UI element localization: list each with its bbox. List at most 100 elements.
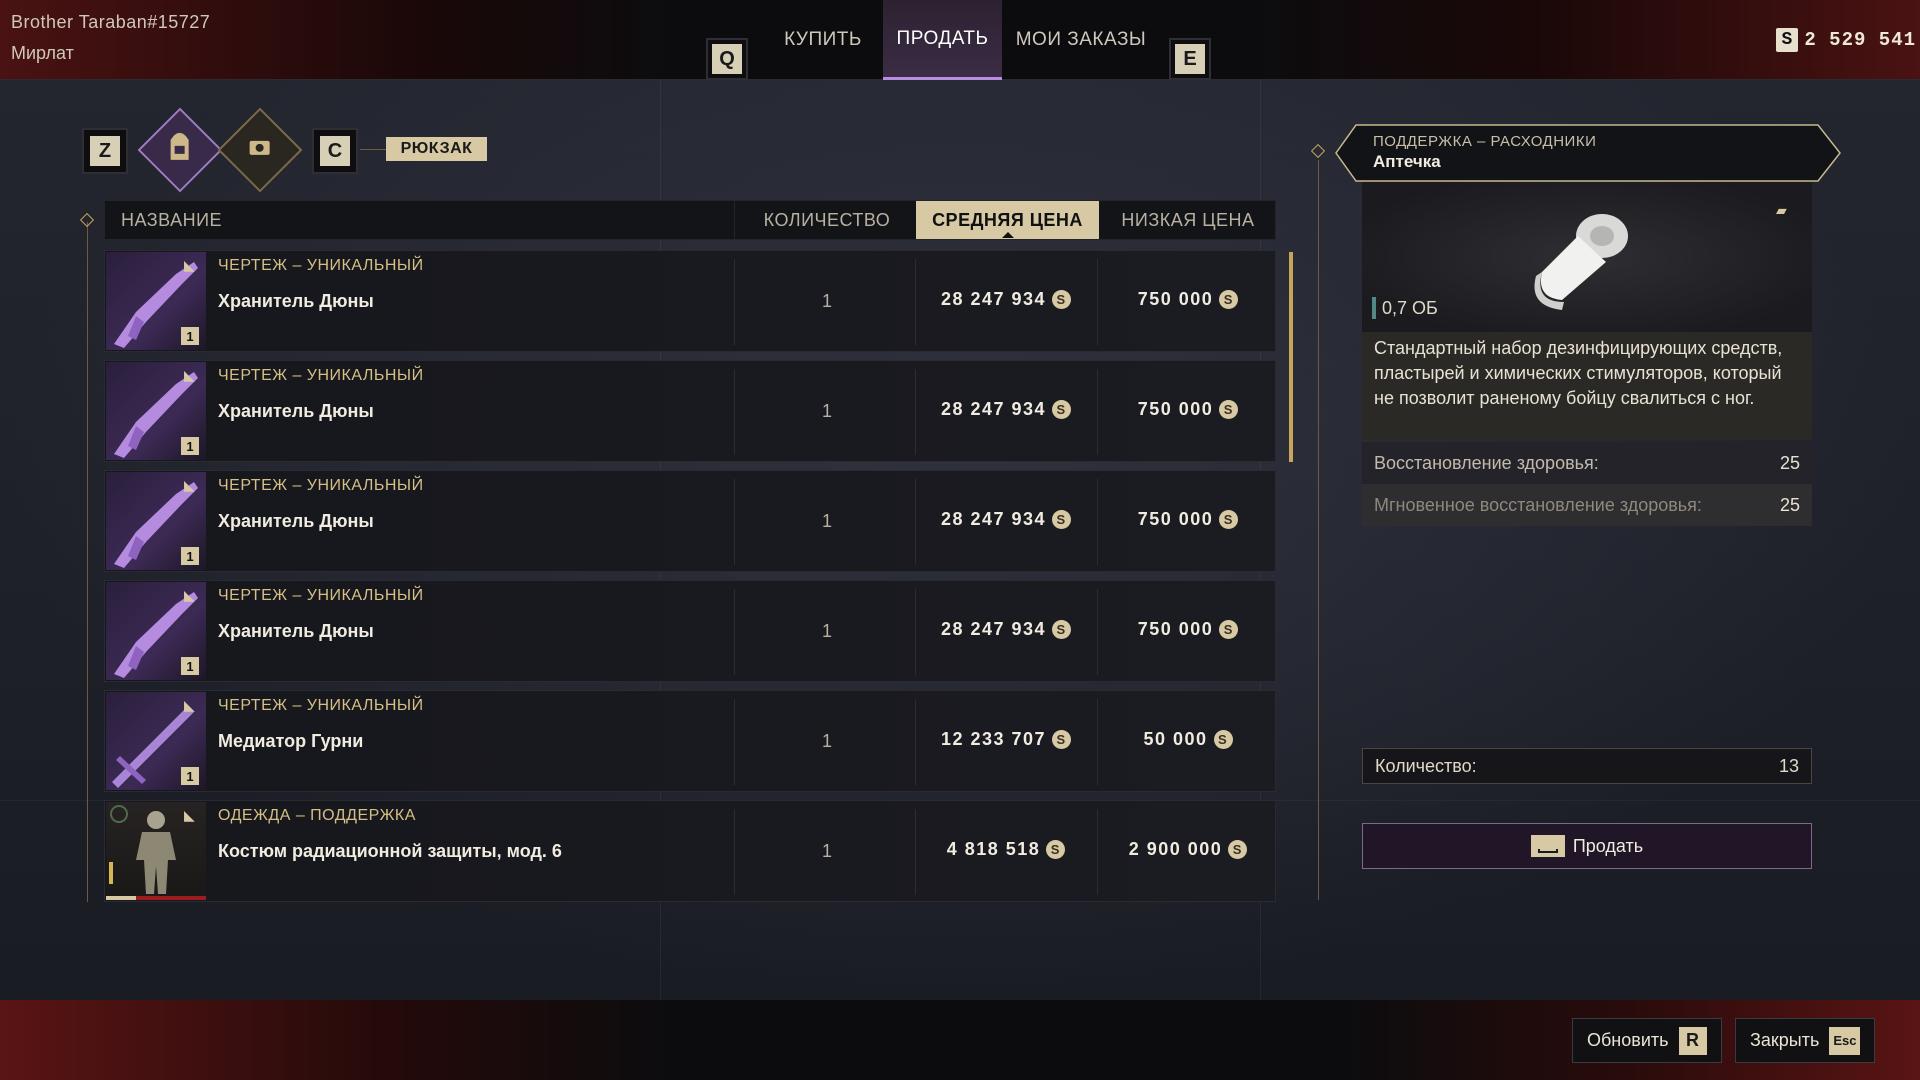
item-category: ЧЕРТЕЖ – УНИКАЛЬНЫЙ (218, 697, 424, 714)
close-key: Esc (1829, 1026, 1861, 1055)
filter-prev-key[interactable]: Z (82, 128, 128, 174)
table-row[interactable]: ◣ 1 ЧЕРТЕЖ – УНИКАЛЬНЫЙ Медиатор Гурни 1… (104, 690, 1276, 792)
solari-coin-icon: S (1052, 290, 1072, 309)
column-divider (734, 699, 735, 785)
table-row[interactable]: ◣ 1 ЧЕРТЕЖ – УНИКАЛЬНЫЙ Хранитель Дюны 1… (104, 580, 1276, 682)
header-name[interactable]: НАЗВАНИЕ (121, 201, 222, 239)
item-name: Хранитель Дюны (218, 401, 374, 421)
column-divider (734, 589, 735, 675)
avg-price-value: 28 247 934 (940, 399, 1047, 419)
tag-icon: ◣ (184, 587, 195, 603)
close-button[interactable]: Закрыть Esc (1735, 1018, 1876, 1063)
solari-coin-icon: S (1213, 730, 1233, 749)
tab-buy[interactable]: КУПИТЬ (772, 0, 874, 80)
avg-price-value: 28 247 934 (940, 509, 1047, 529)
column-divider (734, 259, 735, 345)
stat-value: 25 (1779, 494, 1800, 515)
column-divider (734, 809, 735, 895)
tab-next-key[interactable]: E (1169, 38, 1211, 80)
key-label: Z (90, 136, 120, 166)
sell-button[interactable]: Продать (1362, 823, 1812, 869)
frame-line-left (87, 222, 88, 902)
item-category: ЧЕРТЕЖ – УНИКАЛЬНЫЙ (218, 367, 424, 384)
item-quantity: 1 (821, 291, 832, 311)
avg-price-value: 12 233 707 (940, 729, 1047, 749)
header-low-price[interactable]: НИЗКАЯ ЦЕНА (1099, 201, 1277, 239)
item-name: Хранитель Дюны (218, 511, 374, 531)
volume-indicator (1372, 297, 1376, 319)
refresh-button[interactable]: Обновить R (1572, 1018, 1722, 1063)
key-label: C (320, 136, 350, 166)
backpack-icon (165, 130, 195, 171)
detail-description: Стандартный набор дезинфицирующих средст… (1362, 332, 1812, 440)
table-row[interactable]: ◣ 1 ЧЕРТЕЖ – УНИКАЛЬНЫЙ Хранитель Дюны 1… (104, 250, 1276, 352)
durability-bar (106, 896, 136, 900)
refresh-key: R (1678, 1026, 1707, 1055)
item-name: Хранитель Дюны (218, 291, 374, 311)
tag-icon: ◣ (184, 477, 195, 493)
vehicle-storage-icon (245, 132, 275, 169)
table-row[interactable]: ◣ 1 ЧЕРТЕЖ – УНИКАЛЬНЫЙ Хранитель Дюны 1… (104, 360, 1276, 462)
detail-volume: 0,7 ОБ (1372, 297, 1438, 319)
currency-amount: 2 529 541 (1804, 29, 1916, 51)
low-price-value: 50 000 (1143, 729, 1208, 749)
count-badge: 1 (181, 547, 199, 565)
count-badge: 1 (181, 437, 199, 455)
avg-price-value: 4 818 518 (946, 839, 1041, 859)
tab-label: МОИ ЗАКАЗЫ (1015, 29, 1147, 50)
solari-icon: S (1776, 28, 1799, 52)
item-avg-price: 28 247 934 S (916, 289, 1096, 310)
volume-value: 0,7 ОБ (1382, 297, 1438, 318)
solari-coin-icon: S (1052, 730, 1072, 749)
item-low-price: 750 000 S (1098, 289, 1278, 310)
sell-button-label: Продать (1572, 835, 1644, 856)
count-badge: 1 (181, 767, 199, 785)
table-row[interactable]: ◣ ОДЕЖДА – ПОДДЕРЖКА Костюм радиационной… (104, 800, 1276, 902)
item-quantity: 1 (821, 401, 832, 421)
bandage-roll-icon (1534, 214, 1628, 310)
player-name: Brother Taraban#15727 (11, 12, 211, 32)
quantity-label: Количество: (1375, 755, 1477, 776)
sort-arrow-icon (1001, 232, 1014, 238)
item-quantity: 1 (821, 621, 832, 641)
quantity-field[interactable]: Количество: 13 (1362, 748, 1812, 784)
item-low-price: 750 000 S (1098, 619, 1278, 640)
low-price-value: 750 000 (1137, 289, 1214, 309)
item-avg-price: 12 233 707 S (916, 729, 1096, 750)
list-scrollbar[interactable] (1289, 252, 1293, 462)
count-badge: 1 (181, 327, 199, 345)
stat-label: Восстановление здоровья: (1374, 452, 1599, 473)
tag-icon: ◣ (184, 807, 195, 823)
item-category: ЧЕРТЕЖ – УНИКАЛЬНЫЙ (218, 257, 424, 274)
table-header: НАЗВАНИЕ КОЛИЧЕСТВО СРЕДНЯЯ ЦЕНА НИЗКАЯ … (104, 200, 1276, 240)
filter-next-key[interactable]: C (312, 128, 358, 174)
durability-bar-empty (136, 896, 206, 900)
solari-coin-icon: S (1052, 400, 1072, 419)
tab-my-orders[interactable]: МОИ ЗАКАЗЫ (1008, 0, 1154, 80)
close-label: Закрыть (1750, 1030, 1820, 1050)
pin-icon[interactable]: ▰ (1776, 202, 1787, 219)
item-category: ЧЕРТЕЖ – УНИКАЛЬНЫЙ (218, 477, 424, 494)
filter-connector (360, 149, 386, 150)
tag-icon: ◣ (184, 257, 195, 273)
stat-value: 25 (1779, 452, 1800, 473)
low-price-value: 750 000 (1137, 619, 1214, 639)
tab-label: КУПИТЬ (784, 29, 862, 50)
item-category: ОДЕЖДА – ПОДДЕРЖКА (218, 807, 416, 824)
solari-coin-icon: S (1052, 620, 1072, 639)
tag-icon: ◣ (184, 367, 195, 383)
item-avg-price: 28 247 934 S (916, 399, 1096, 420)
item-quantity: 1 (821, 731, 832, 751)
tag-icon: ◣ (184, 697, 195, 713)
item-low-price: 750 000 S (1098, 399, 1278, 420)
tab-prev-key[interactable]: Q (706, 38, 748, 80)
detail-category: ПОДДЕРЖКА – РАСХОДНИКИ (1373, 133, 1597, 150)
tab-sell[interactable]: ПРОДАТЬ (883, 0, 1002, 80)
header-avg-price[interactable]: СРЕДНЯЯ ЦЕНА (916, 201, 1099, 239)
stat-row: Мгновенное восстановление здоровья: 25 (1362, 484, 1812, 526)
item-quantity: 1 (821, 511, 832, 531)
header-quantity[interactable]: КОЛИЧЕСТВО (735, 201, 919, 239)
key-label: Q (712, 44, 742, 74)
solari-coin-icon: S (1046, 840, 1066, 859)
table-row[interactable]: ◣ 1 ЧЕРТЕЖ – УНИКАЛЬНЫЙ Хранитель Дюны 1… (104, 470, 1276, 572)
